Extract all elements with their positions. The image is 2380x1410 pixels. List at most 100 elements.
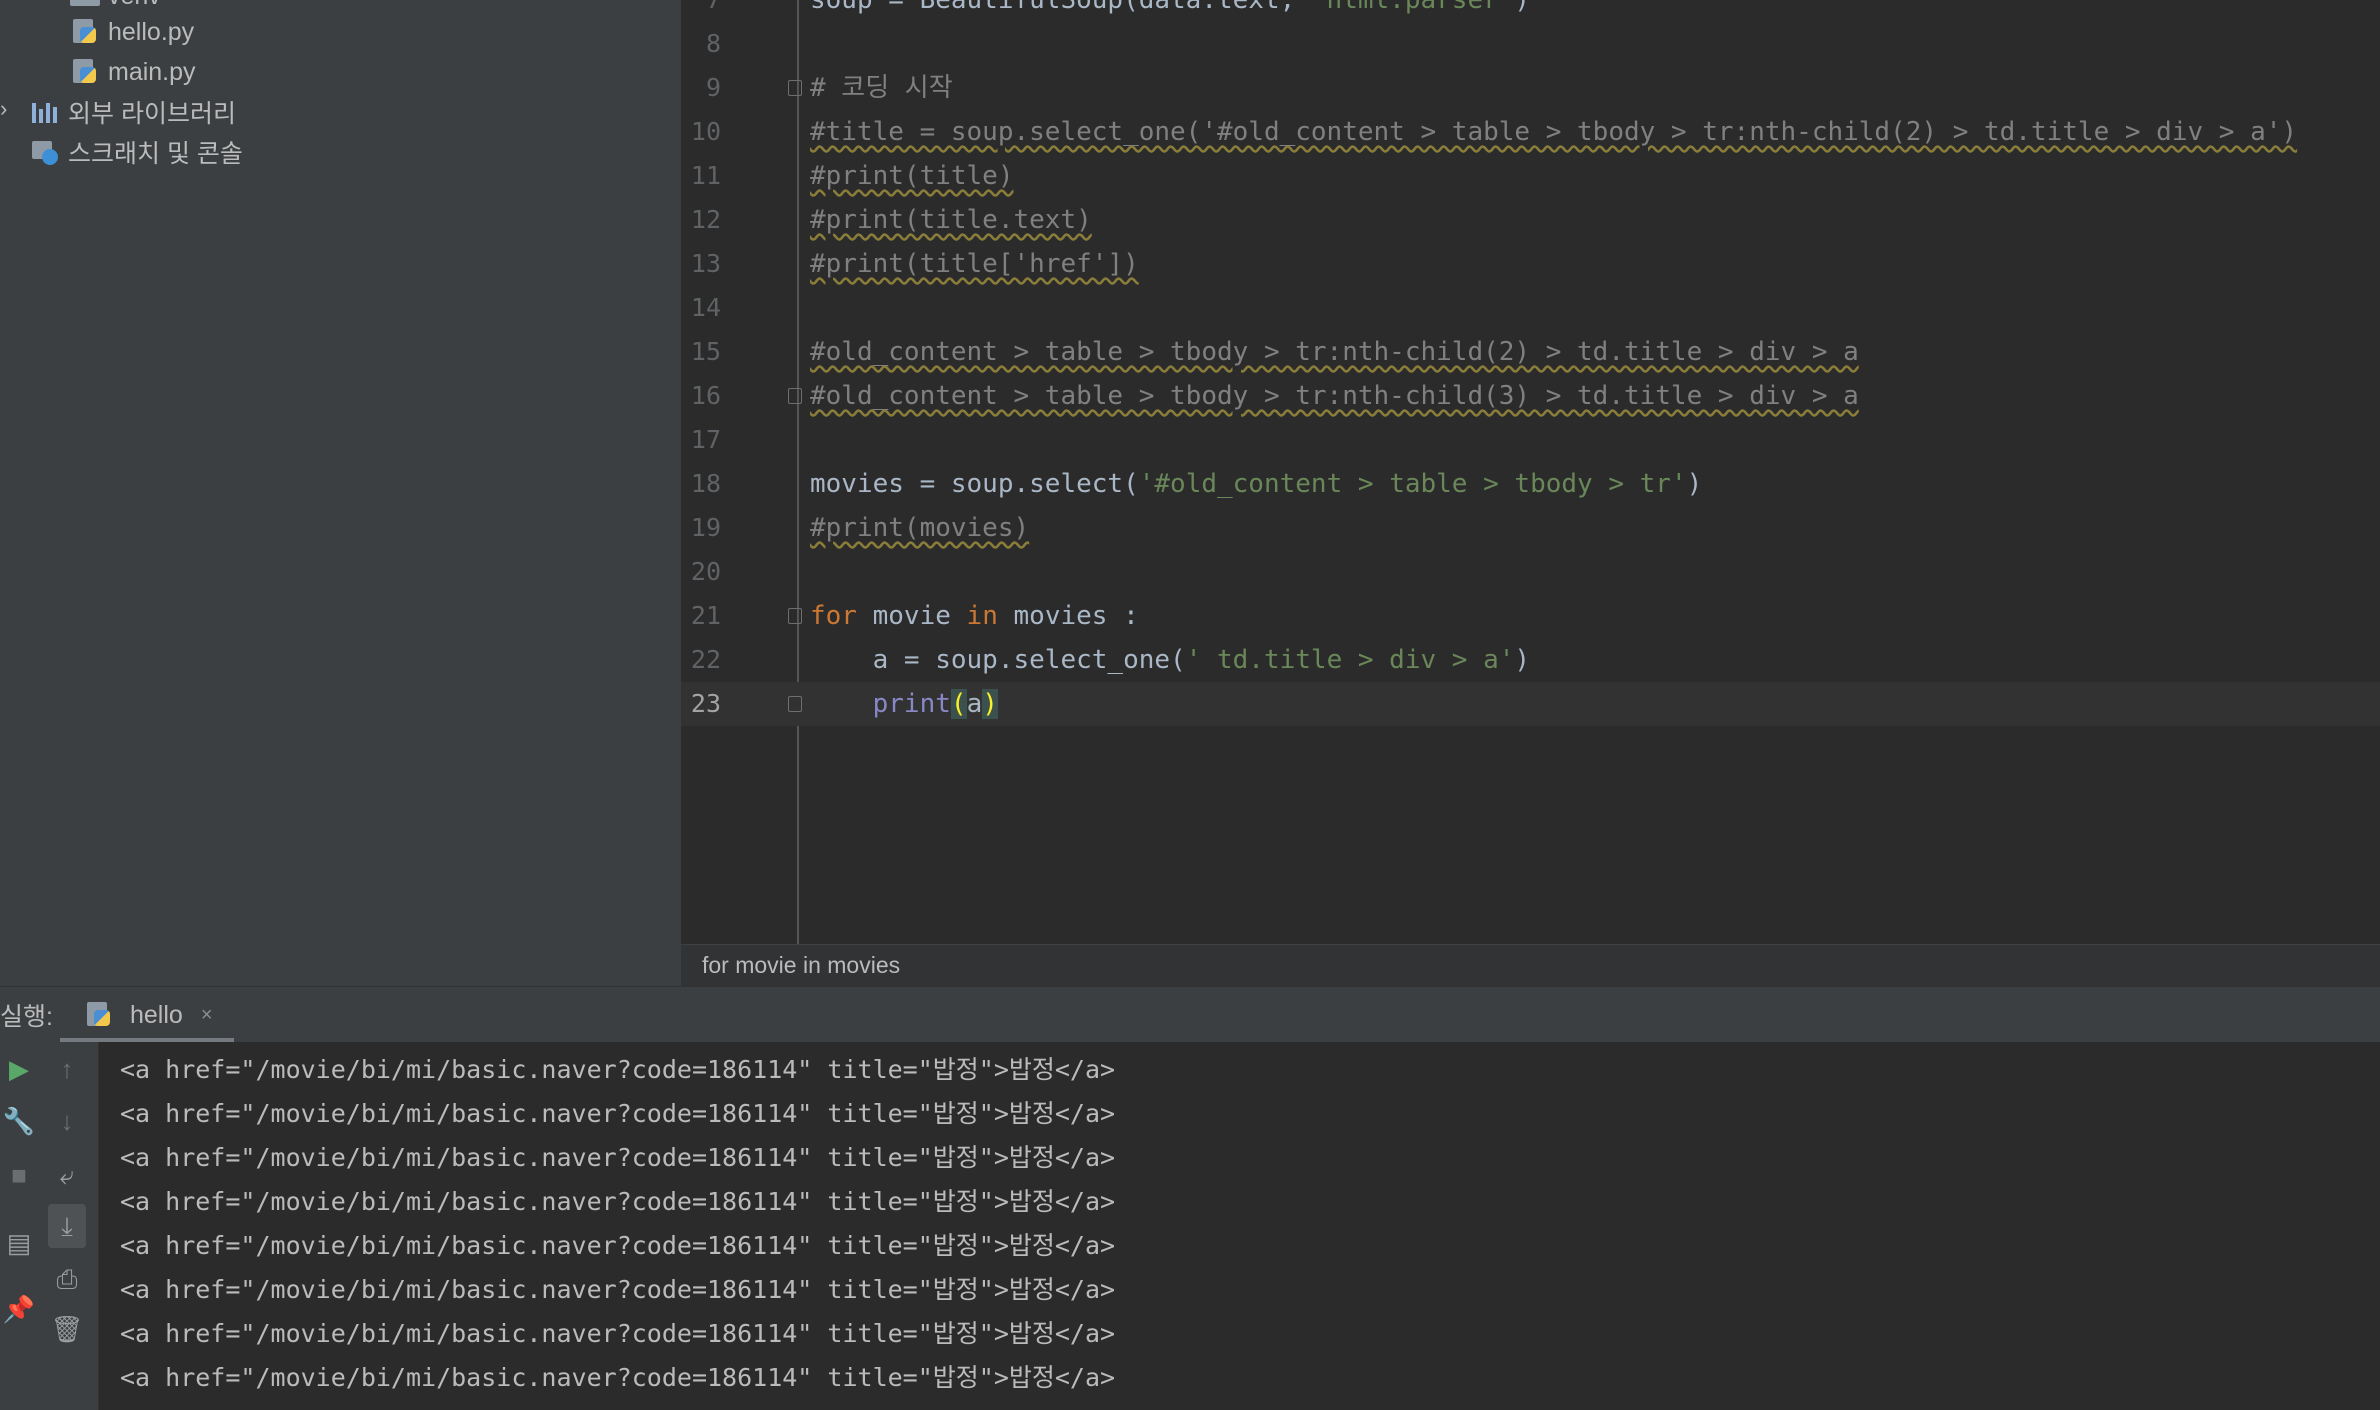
close-icon[interactable]: × [201,1004,213,1027]
code-token: movie [856,601,967,631]
code-text: a = soup.select_one(' td.title > div > a… [810,638,1530,682]
layout-icon[interactable]: ▤ [0,1228,38,1259]
code-line[interactable]: 21 for movie in movies : [681,594,2380,638]
code-text: print(a) [810,682,998,726]
code-text: #print(title) [810,154,1014,198]
soft-wrap-icon[interactable]: ⤶ [48,1160,86,1192]
code-line[interactable]: 16 #old_content > table > tbody > tr:nth-… [681,374,2380,418]
code-text: # 코딩 시작 [810,66,953,110]
code-text: #print(title['href']) [810,242,1139,286]
code-token: ) [1514,0,1531,15]
line-number: 16 [690,381,721,410]
breadcrumb-item[interactable]: for movie in movies [702,952,900,978]
tree-item-scratches[interactable]: 스크래치 및 콘솔 [30,132,243,172]
code-line[interactable]: 15 #old_content > table > tbody > tr:nth-… [681,330,2380,374]
line-number: 14 [690,293,721,322]
tree-item-label: venv [108,0,161,11]
code-token: #old_content > table > tbody > tr:nth-ch… [810,337,1859,367]
run-toolbar-primary: ▶ 🔧 ■ ▤ 📌 [0,1042,39,1410]
fold-marker-icon[interactable] [788,696,802,712]
code-token: #print(title) [810,161,1014,191]
code-text: #print(movies) [810,506,1029,550]
line-number: 8 [705,29,721,58]
scroll-to-end-icon[interactable]: ⤓ [48,1204,86,1248]
fold-marker-icon[interactable] [788,608,802,624]
line-number: 19 [690,513,721,542]
python-icon [84,1000,114,1030]
line-number: 22 [690,645,721,674]
console-line: <a href="/movie/bi/mi/basic.naver?code=1… [120,1275,1116,1304]
project-panel: venv hello.py main.py › 외부 라이브러리 스크래치 및 … [0,0,681,986]
code-line[interactable]: 20 [681,550,2380,594]
code-token: ) [982,689,998,719]
python-file-icon [70,17,100,47]
code-line[interactable]: 14 [681,286,2380,330]
code-text: #print(title.text) [810,198,1092,242]
line-number: 23 [690,689,721,718]
code-line[interactable]: 19 #print(movies) [681,506,2380,550]
folder-icon [70,0,100,6]
console-line: <a href="/movie/bi/mi/basic.naver?code=1… [120,1099,1116,1128]
tree-item-hello-py[interactable]: hello.py [70,12,194,52]
trash-icon[interactable]: 🗑 [48,1314,86,1345]
code-line[interactable]: 12 #print(title.text) [681,198,2380,242]
line-number: 7 [681,0,721,22]
breadcrumb[interactable]: for movie in movies [681,944,2380,986]
stop-icon[interactable]: ■ [0,1160,38,1191]
python-file-icon [70,57,100,87]
print-icon[interactable]: ⎙ [48,1264,86,1296]
library-icon [30,97,60,127]
line-number: 17 [690,425,721,454]
tree-item-label: 외부 라이브러리 [68,100,236,128]
console-line: <a href="/movie/bi/mi/basic.naver?code=1… [120,1055,1116,1084]
wrench-icon[interactable]: 🔧 [0,1106,38,1137]
code-token: #print(movies) [810,513,1030,543]
console-output[interactable]: <a href="/movie/bi/mi/basic.naver?code=1… [99,1042,2380,1410]
code-token: ) [1686,469,1703,499]
line-number: 12 [690,205,721,234]
code-token: for [810,601,857,631]
code-line[interactable]: 17 [681,418,2380,462]
run-tab-label: hello [130,1000,183,1029]
run-panel-header: 실행: hello × [0,986,2380,1043]
fold-marker-icon[interactable] [788,80,802,96]
console-line: <a href="/movie/bi/mi/basic.naver?code=1… [120,1231,1116,1260]
line-number: 13 [690,249,721,278]
arrow-up-icon[interactable]: ↑ [48,1054,86,1085]
code-line[interactable]: 7 soup = BeautifulSoup(data.text, 'html.p… [681,0,2380,22]
code-line[interactable]: 22 a = soup.select_one(' td.title > div … [681,638,2380,682]
code-line[interactable]: 18 movies = soup.select('#old_content > t… [681,462,2380,506]
code-line[interactable]: 9 # 코딩 시작 [681,66,2380,110]
play-icon[interactable]: ▶ [0,1054,38,1085]
code-token: a [966,689,983,719]
code-line[interactable]: 11 #print(title) [681,154,2380,198]
tree-item-external-libraries[interactable]: 외부 라이브러리 [30,92,236,132]
arrow-down-icon[interactable]: ↓ [48,1106,86,1137]
code-token: movies : [997,601,1139,631]
code-token: 'html.parser' [1310,0,1515,15]
line-number: 20 [690,557,721,586]
code-text: #old_content > table > tbody > tr:nth-ch… [810,330,1859,374]
scratches-icon [30,137,60,167]
code-token: ) [1514,645,1531,675]
chevron-right-icon[interactable]: › [0,96,7,122]
code-line[interactable]: 8 [681,22,2380,66]
console-line: <a href="/movie/bi/mi/basic.naver?code=1… [120,1363,1116,1392]
code-token: #title = soup.select_one('#old_content >… [810,117,2298,147]
line-number: 21 [690,601,721,630]
code-line[interactable]: 23 print(a) [681,682,2380,726]
code-line[interactable]: 10 #title = soup.select_one('#old_content… [681,110,2380,154]
fold-marker-icon[interactable] [788,388,802,404]
code-token: #old_content > table > tbody > tr:nth-ch… [810,381,1859,411]
line-number: 15 [690,337,721,366]
tree-item-main-py[interactable]: main.py [70,52,196,92]
code-editor[interactable]: 7 soup = BeautifulSoup(data.text, 'html.p… [681,0,2380,944]
code-token: '#old_content > table > tbody > tr' [1138,469,1687,499]
code-line[interactable]: 13 #print(title['href']) [681,242,2380,286]
run-tab-hello[interactable]: hello × [60,987,234,1043]
pin-icon[interactable]: 📌 [0,1294,38,1325]
code-token: ( [950,689,967,719]
code-text: #old_content > table > tbody > tr:nth-ch… [810,374,1859,418]
line-number: 9 [705,73,721,102]
